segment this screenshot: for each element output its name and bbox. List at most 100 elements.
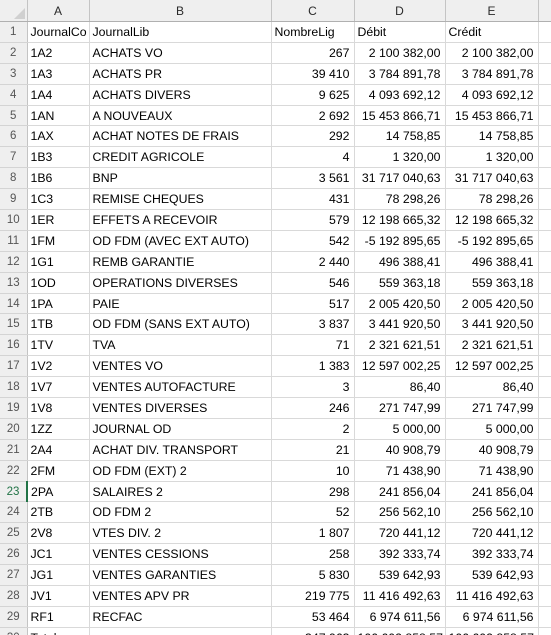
cell-overflow[interactable] (538, 251, 551, 273)
cell-debit[interactable]: 241 856,04 (354, 481, 446, 503)
cell-credit[interactable]: 392 333,74 (445, 543, 539, 566)
cell-debit[interactable]: 2 005 420,50 (354, 293, 446, 315)
cell-journal-label[interactable]: VENTES GARANTIES (89, 564, 272, 587)
cell-journal-label[interactable]: BNP (89, 167, 272, 190)
cell-credit[interactable]: 539 642,93 (445, 564, 539, 587)
cell-a1-journalco[interactable]: JournalCo (27, 21, 90, 43)
cell-journal-code[interactable]: 1TB (27, 313, 90, 336)
column-header-b[interactable]: B (89, 0, 272, 22)
row-header-14[interactable]: 14 (0, 293, 28, 315)
table-row[interactable]: 10 1ER EFFETS A RECEVOIR 579 12 198 665,32 12… (0, 209, 551, 231)
row-header-3[interactable]: 3 (0, 63, 28, 85)
cell-credit[interactable]: 2 005 420,50 (445, 293, 539, 315)
cell-credit[interactable]: 71 438,90 (445, 460, 539, 482)
cell-debit[interactable]: 3 441 920,50 (354, 313, 446, 336)
cell-journal-label[interactable]: REMISE CHEQUES (89, 188, 272, 211)
cell-debit[interactable]: 559 363,18 (354, 272, 446, 294)
cell-credit[interactable]: 5 000,00 (445, 418, 539, 440)
cell-journal-code[interactable]: 1C3 (27, 188, 90, 211)
column-header-e[interactable]: E (445, 0, 539, 22)
row-header-30[interactable]: 30 (0, 627, 28, 635)
cell-debit[interactable]: 2 100 382,00 (354, 42, 446, 64)
cell-journal-label[interactable]: VENTES APV PR (89, 585, 272, 607)
cell-nombre-lignes[interactable]: 3 (271, 376, 355, 399)
cell-journal-label[interactable]: ACHATS PR (89, 63, 272, 85)
cell-nombre-lignes[interactable]: 579 (271, 209, 355, 231)
cell-debit[interactable]: 2 321 621,51 (354, 334, 446, 357)
row-header-5[interactable]: 5 (0, 105, 28, 127)
table-row[interactable]: 15 1TB OD FDM (SANS EXT AUTO) 3 837 3 441 92… (0, 313, 551, 336)
cell-journal-label[interactable]: OD FDM (SANS EXT AUTO) (89, 313, 272, 336)
cell-nombre-lignes[interactable]: 39 410 (271, 63, 355, 85)
cell-credit[interactable]: 3 441 920,50 (445, 313, 539, 336)
cell-overflow[interactable] (538, 543, 551, 566)
cell-nombre-lignes[interactable]: 1 807 (271, 522, 355, 545)
cell-journal-label[interactable]: EFFETS A RECEVOIR (89, 209, 272, 231)
table-row[interactable]: 22 2FM OD FDM (EXT) 2 10 71 438,90 71 438,90 (0, 460, 551, 482)
cell-credit[interactable]: 271 747,99 (445, 397, 539, 419)
cell-total-nombre-lignes[interactable]: 347 963 (271, 627, 355, 635)
cell-overflow[interactable] (538, 146, 551, 169)
row-header-18[interactable]: 18 (0, 376, 28, 399)
cell-journal-code[interactable]: 1A4 (27, 84, 90, 106)
cell-credit[interactable]: 1 320,00 (445, 146, 539, 169)
cell-journal-code[interactable]: 2V8 (27, 522, 90, 545)
cell-debit[interactable]: -5 192 895,65 (354, 230, 446, 252)
cell-journal-label[interactable]: JOURNAL OD (89, 418, 272, 440)
cell-journal-label[interactable]: RECFAC (89, 606, 272, 628)
cell-total-debit[interactable]: 106 602 858,57 (354, 627, 446, 635)
cell-journal-label[interactable]: VENTES DIVERSES (89, 397, 272, 419)
table-row[interactable]: 20 1ZZ JOURNAL OD 2 5 000,00 5 000,00 (0, 418, 551, 440)
cell-overflow[interactable] (538, 209, 551, 231)
cell-debit[interactable]: 78 298,26 (354, 188, 446, 211)
cell-overflow[interactable] (538, 418, 551, 440)
cell-journal-label[interactable]: SALAIRES 2 (89, 481, 272, 503)
cell-debit[interactable]: 392 333,74 (354, 543, 446, 566)
row-header-23[interactable]: 23 (0, 481, 28, 503)
cell-credit[interactable]: 40 908,79 (445, 439, 539, 461)
cell-credit[interactable]: 12 597 002,25 (445, 355, 539, 378)
cell-credit[interactable]: 14 758,85 (445, 125, 539, 148)
cell-journal-code[interactable]: 2A4 (27, 439, 90, 461)
table-row[interactable]: 2 1A2 ACHATS VO 267 2 100 382,00 2 100 382,00 (0, 42, 551, 64)
cell-journal-label[interactable]: ACHAT NOTES DE FRAIS (89, 125, 272, 148)
row-header-4[interactable]: 4 (0, 84, 28, 106)
row-header-11[interactable]: 11 (0, 230, 28, 252)
cell-journal-label[interactable]: ACHAT DIV. TRANSPORT (89, 439, 272, 461)
cell-credit[interactable]: 559 363,18 (445, 272, 539, 294)
table-row[interactable]: 17 1V2 VENTES VO 1 383 12 597 002,25 12 597 0… (0, 355, 551, 378)
table-row[interactable]: 19 1V8 VENTES DIVERSES 246 271 747,99 271 747… (0, 397, 551, 419)
row-header-20[interactable]: 20 (0, 418, 28, 440)
row-header-16[interactable]: 16 (0, 334, 28, 357)
cell-credit[interactable]: 15 453 866,71 (445, 105, 539, 127)
cell-debit[interactable]: 271 747,99 (354, 397, 446, 419)
cell-nombre-lignes[interactable]: 21 (271, 439, 355, 461)
table-row[interactable]: 25 2V8 VTES DIV. 21 807 720 441,12 720 441,1… (0, 522, 551, 545)
cell-journal-code[interactable]: JG1 (27, 564, 90, 587)
cell-overflow[interactable] (538, 585, 551, 607)
cell-nombre-lignes[interactable]: 2 (271, 418, 355, 440)
cell-nombre-lignes[interactable]: 431 (271, 188, 355, 211)
row-header-25[interactable]: 25 (0, 522, 28, 545)
cell-overflow[interactable] (538, 125, 551, 148)
table-row[interactable]: 29 RF1 RECFAC 53 464 6 974 611,56 6 974 611,5… (0, 606, 551, 628)
cell-journal-code[interactable]: 2TB (27, 501, 90, 524)
cell-total-label[interactable]: Total (27, 627, 90, 635)
cell-journal-code[interactable]: 1B3 (27, 146, 90, 169)
table-row[interactable]: 26 JC1 VENTES CESSIONS 258 392 333,74 392 333… (0, 543, 551, 566)
cell-debit[interactable]: 256 562,10 (354, 501, 446, 524)
cell-credit[interactable]: 78 298,26 (445, 188, 539, 211)
cell-credit[interactable]: 12 198 665,32 (445, 209, 539, 231)
cell-journal-code[interactable]: 1AX (27, 125, 90, 148)
cell-nombre-lignes[interactable]: 10 (271, 460, 355, 482)
cell-nombre-lignes[interactable]: 2 440 (271, 251, 355, 273)
table-row[interactable]: 3 1A3 ACHATS PR 39 410 3 784 891,78 3 784 891… (0, 63, 551, 85)
table-row[interactable]: 1 JournalCo JournalLib NombreLig Débit Crédit (0, 21, 551, 43)
cell-journal-code[interactable]: 1ZZ (27, 418, 90, 440)
cell-overflow[interactable] (538, 522, 551, 545)
cell-nombre-lignes[interactable]: 5 830 (271, 564, 355, 587)
cell-journal-label[interactable]: OD FDM (EXT) 2 (89, 460, 272, 482)
cell-nombre-lignes[interactable]: 52 (271, 501, 355, 524)
table-row[interactable]: 13 1OD OPERATIONS DIVERSES 546 559 363,18 559… (0, 272, 551, 294)
cell-journal-code[interactable]: 1FM (27, 230, 90, 252)
